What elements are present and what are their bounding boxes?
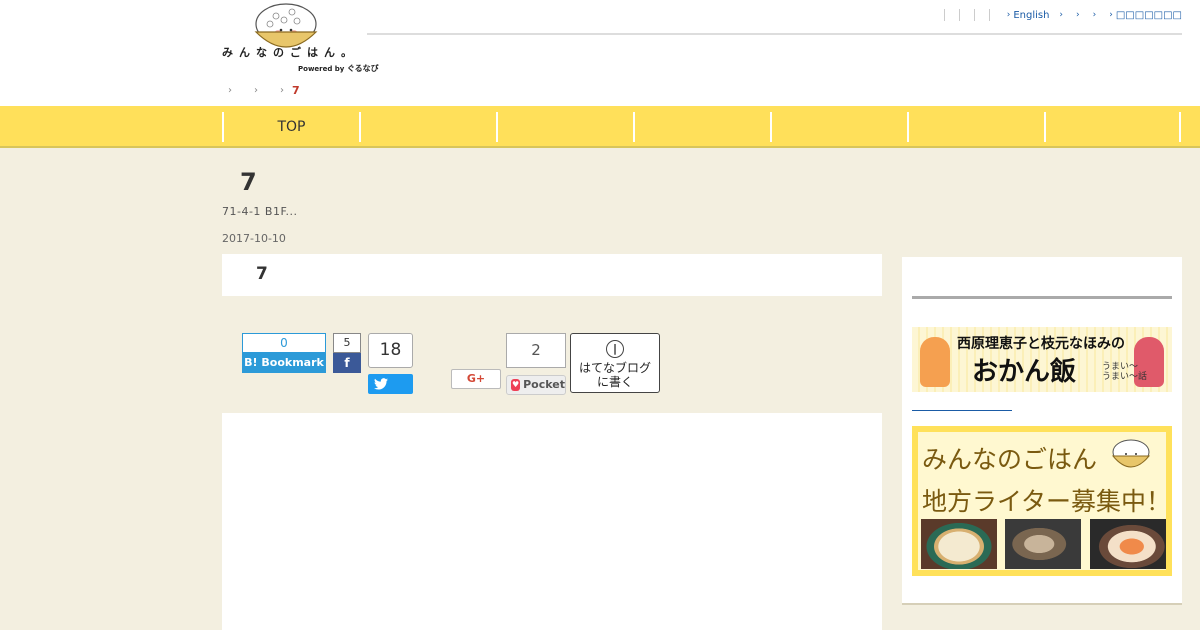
writer-recruit-banner[interactable]: みんなのごはん 地方ライター募集中！ xyxy=(912,426,1172,576)
writer-recruit-line2: 地方ライター募集中！ xyxy=(922,487,1172,516)
twitter-share-count: 18 xyxy=(368,333,413,368)
breadcrumb-chevron-icon[interactable]: › xyxy=(254,85,258,96)
global-nav: TOP xyxy=(0,106,1200,148)
okan-meshi-banner-main: おかん飯 xyxy=(972,357,1077,387)
header-divider xyxy=(367,33,1182,35)
page-title: 7 xyxy=(240,168,257,196)
logo-text: みんなのごはん。 xyxy=(222,46,358,59)
chevron-right-icon: › xyxy=(1092,10,1097,20)
ramen-photo xyxy=(921,519,997,569)
breadcrumb: › › › 7 xyxy=(228,84,300,97)
rice-bowl-icon xyxy=(1111,439,1151,468)
gnav-item-7[interactable] xyxy=(1044,112,1181,142)
sidebar-divider xyxy=(912,296,1172,299)
gnav-item-2[interactable] xyxy=(359,112,496,142)
facebook-icon: f xyxy=(333,353,361,373)
topnav-link-2[interactable]: › xyxy=(1059,10,1066,20)
language-link[interactable]: › English xyxy=(1007,10,1050,21)
gnav-item-4[interactable] xyxy=(633,112,770,142)
gnav-item-5[interactable] xyxy=(770,112,907,142)
gnav-item-6[interactable] xyxy=(907,112,1044,142)
article-box-title: 7 xyxy=(256,264,268,284)
powered-brand: ぐるなび xyxy=(346,64,379,73)
okan-meshi-banner-title: 西原理恵子と枝元なほみの xyxy=(957,336,1125,352)
site-logo[interactable]: みんなのごはん。 Powered by ぐるなび xyxy=(222,2,379,74)
site-header: みんなのごはん。 Powered by ぐるなび › English › › ›… xyxy=(0,0,1200,106)
powered-prefix: Powered by xyxy=(298,65,345,73)
topnav-link-3[interactable]: › xyxy=(1076,10,1083,20)
chevron-right-icon: › xyxy=(1109,10,1113,20)
pocket-label: Pocket xyxy=(523,378,565,391)
hatena-bookmark-count: 0 xyxy=(242,333,326,353)
twitter-bird-icon xyxy=(368,374,413,394)
breadcrumb-chevron-icon[interactable]: › xyxy=(228,85,232,96)
article-content xyxy=(222,413,882,630)
topnav-last-label: □□□□□□□ xyxy=(1115,9,1182,21)
article-address: 71-4-1 B1F... xyxy=(222,205,298,218)
hatena-bookmark-button[interactable]: 0 B! Bookmark xyxy=(242,333,326,373)
oyster-photo xyxy=(1005,519,1081,569)
nav-separator xyxy=(958,9,960,21)
google-plus-button[interactable]: G+ xyxy=(451,369,501,389)
hatena-blog-icon: | xyxy=(606,340,624,358)
pocket-icon: ♥ xyxy=(511,379,521,391)
seafood-bowl-photo xyxy=(1090,519,1166,569)
logo-powered-by: Powered by ぐるなび xyxy=(298,63,379,74)
sidebar-link-underline[interactable] xyxy=(912,410,1012,411)
nav-separator xyxy=(988,9,990,21)
writer-recruit-line1: みんなのごはん xyxy=(922,445,1098,474)
breadcrumb-current: 7 xyxy=(292,84,300,97)
sidebar: 西原理恵子と枝元なほみの おかん飯 うまい～ うまい～話 みんなのごはん 地方ラ… xyxy=(902,257,1182,605)
top-utility-nav: › English › › › › □□□□□□□ xyxy=(937,9,1182,21)
nav-separator xyxy=(973,9,975,21)
gnav-item-3[interactable] xyxy=(496,112,633,142)
gnav-item-top[interactable]: TOP xyxy=(222,112,359,142)
character-illustration-left xyxy=(920,337,950,387)
chevron-right-icon: › xyxy=(1076,10,1080,20)
facebook-share-count: 5 xyxy=(333,333,361,353)
topnav-link-4[interactable]: › xyxy=(1093,10,1100,20)
facebook-share-button[interactable]: 5 f xyxy=(333,333,361,373)
hatena-blog-button[interactable]: | はてなブログ に書く xyxy=(570,333,660,393)
hatena-blog-line2: に書く xyxy=(596,375,633,389)
breadcrumb-chevron-icon[interactable]: › xyxy=(280,85,284,96)
pocket-button[interactable]: 2 ♥ Pocket xyxy=(506,333,566,395)
topnav-link-5[interactable]: › □□□□□□□ xyxy=(1109,10,1182,21)
hatena-bookmark-label: B! Bookmark xyxy=(242,353,326,373)
okan-meshi-banner-sub: うまい～ うまい～話 xyxy=(1102,362,1148,382)
article-title-box: 7 xyxy=(222,254,882,296)
chevron-right-icon: › xyxy=(1006,10,1011,20)
language-label: English xyxy=(1013,9,1050,21)
pocket-count: 2 xyxy=(506,333,566,368)
pocket-label-wrap: ♥ Pocket xyxy=(506,375,566,395)
twitter-share-button[interactable]: 18 xyxy=(368,333,413,394)
hatena-blog-line1: はてなブログ xyxy=(578,361,651,375)
article-date: 2017-10-10 xyxy=(222,232,286,245)
nav-separator xyxy=(943,9,945,21)
okan-meshi-banner[interactable]: 西原理恵子と枝元なほみの おかん飯 うまい～ うまい～話 xyxy=(912,327,1172,392)
chevron-right-icon: › xyxy=(1059,10,1064,20)
